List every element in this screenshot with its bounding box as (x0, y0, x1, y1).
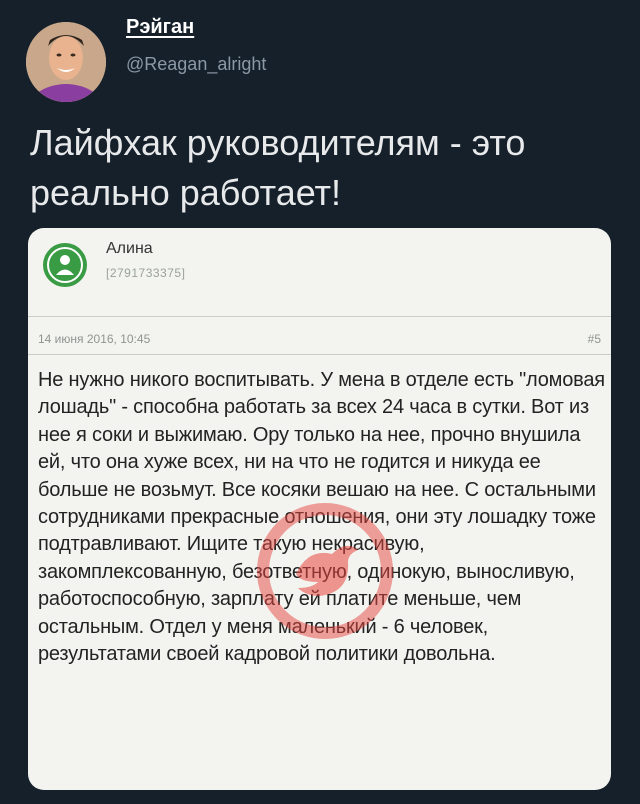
divider (28, 354, 611, 355)
tweet-text: Лайфхак руководителям - это реально рабо… (30, 122, 526, 213)
divider (28, 316, 611, 317)
post-number: #5 (587, 332, 601, 346)
forum-user-name: Алина (106, 240, 153, 257)
user-avatar-icon (43, 243, 87, 287)
forum-user-id: [2791733375] (106, 266, 186, 280)
attached-screenshot[interactable]: Алина [2791733375] 14 июня 2016, 10:45 #… (28, 228, 611, 790)
post-date: 14 июня 2016, 10:45 (38, 332, 151, 346)
author-avatar[interactable] (26, 22, 106, 102)
post-body: Не нужно никого воспитывать. У мена в от… (38, 369, 605, 666)
author-handle[interactable]: @Reagan_alright (126, 54, 266, 75)
tweet: Рэйган @Reagan_alright Лайфхак руководит… (0, 0, 640, 804)
author-photo-icon (26, 22, 106, 102)
author-name[interactable]: Рэйган (126, 16, 194, 39)
